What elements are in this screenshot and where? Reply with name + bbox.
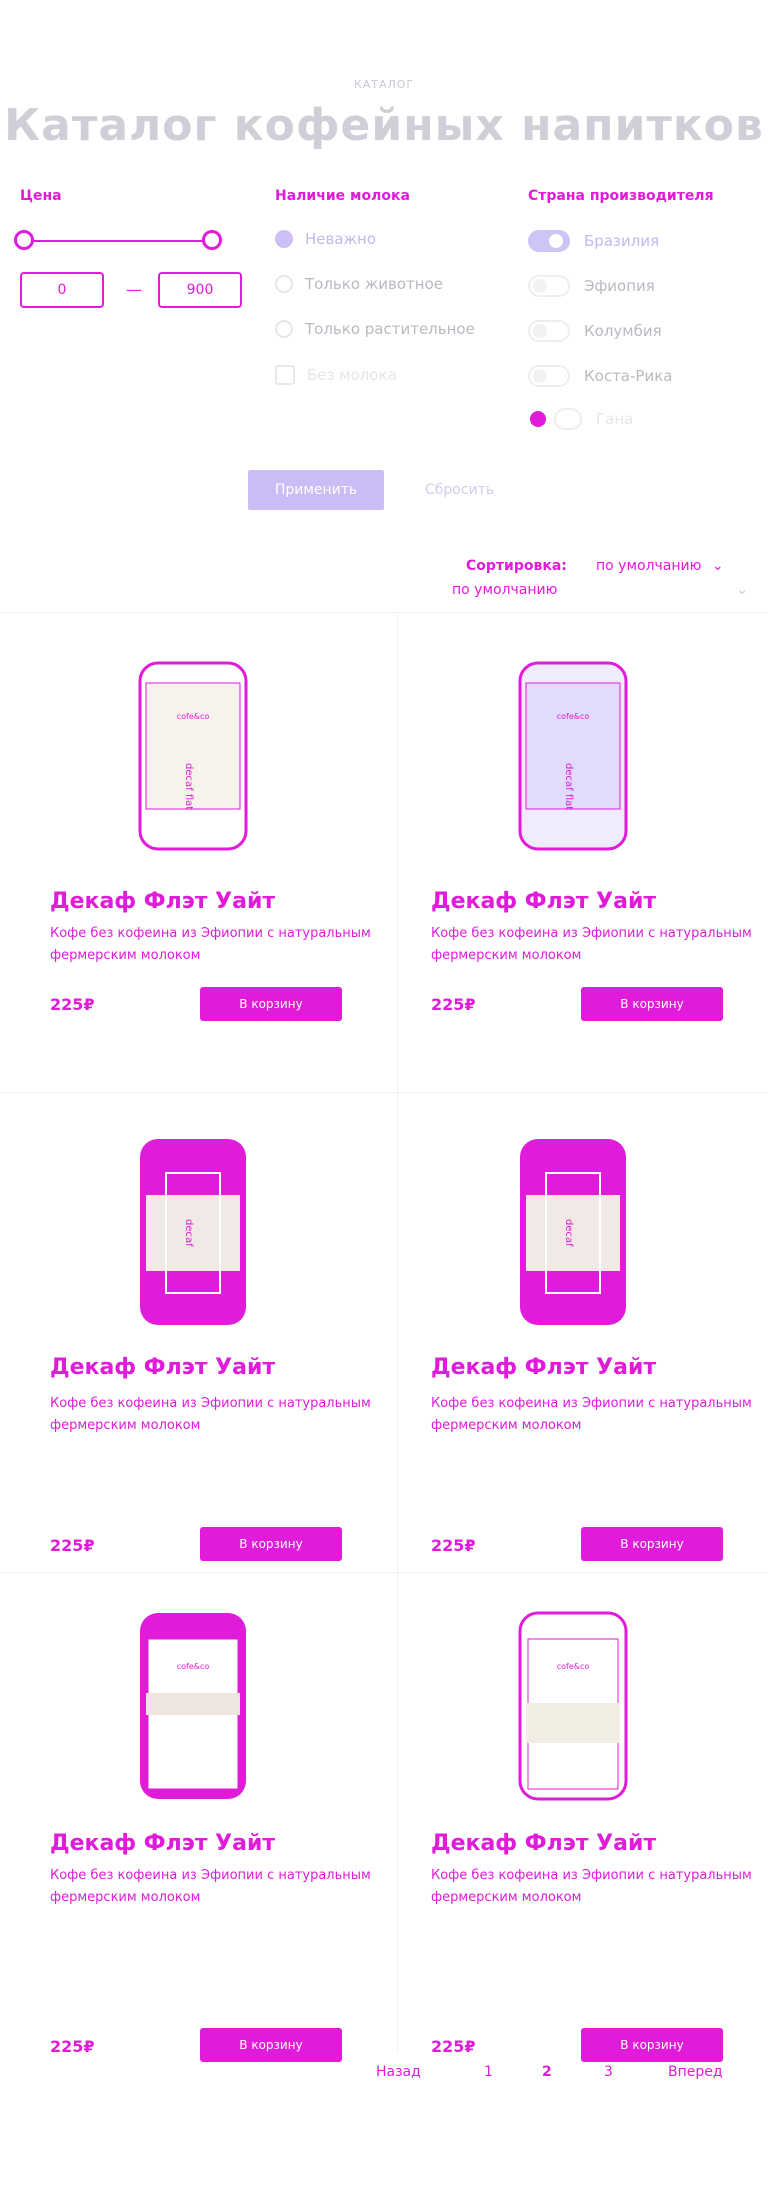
product-price: 225₽ — [50, 1536, 95, 1555]
sort-label: Сортировка: — [466, 558, 567, 574]
product-name: Декаф Флэт Уайт — [50, 889, 276, 914]
country-option-brazil[interactable]: Бразилия — [528, 230, 659, 252]
country-filter-title: Страна производителя — [528, 188, 714, 204]
svg-text:decaf: decaf — [183, 1219, 194, 1247]
milk-option-plant[interactable]: Только растительное — [275, 320, 475, 338]
product-card: decaf Декаф Флэт Уайт Кофе без кофеина и… — [385, 1092, 768, 1563]
product-description: Кофе без кофеина из Эфиопии с натуральны… — [431, 1868, 752, 1905]
svg-text:cofe&co: cofe&co — [177, 1662, 210, 1671]
country-option-label: Эфиопия — [584, 277, 655, 295]
product-card: cofe&co Декаф Флэт Уайт Кофе без кофеина… — [385, 1572, 768, 2062]
toggle-off-icon — [528, 365, 570, 387]
price-filter-title: Цена — [20, 188, 62, 204]
product-name: Декаф Флэт Уайт — [50, 1355, 276, 1380]
price-slider-max-handle[interactable] — [202, 230, 222, 250]
product-description: Кофе без кофеина из Эфиопии с натуральны… — [50, 926, 371, 963]
add-to-cart-button[interactable]: В корзину — [581, 1527, 723, 1561]
product-description: Кофе без кофеина из Эфиопии с натуральны… — [431, 1396, 752, 1433]
coffee-can-image: decaf — [140, 1139, 246, 1325]
milk-option-label: Только растительное — [305, 320, 475, 338]
product-card: cofe&co Декаф Флэт Уайт Кофе без кофеина… — [0, 1572, 383, 2062]
country-option-label: Гана — [596, 410, 634, 428]
coffee-can-image: cofe&co — [140, 1613, 246, 1799]
country-option-ghana[interactable]: Гана — [530, 408, 633, 430]
chevron-down-icon: ⌄ — [736, 582, 748, 598]
radio-icon — [275, 275, 293, 293]
product-card: cofe&co decaf flat Декаф Флэт Уайт Кофе … — [385, 612, 768, 1083]
price-max-input[interactable]: 900 — [158, 272, 242, 308]
sort-dropdown[interactable]: по умолчанию ⌄ — [596, 558, 724, 574]
pagination-next[interactable]: Вперед — [668, 2064, 723, 2080]
product-description: Кофе без кофеина из Эфиопии с натуральны… — [431, 926, 752, 963]
milk-option-label: Без молока — [307, 366, 397, 384]
product-price: 225₽ — [50, 995, 95, 1014]
coffee-can-image: decaf — [520, 1139, 626, 1325]
country-option-ethiopia[interactable]: Эфиопия — [528, 275, 655, 297]
add-to-cart-button[interactable]: В корзину — [200, 2028, 342, 2062]
coffee-can-image: cofe&co — [518, 1611, 628, 1801]
coffee-can-image: cofe&co decaf flat — [518, 661, 628, 851]
milk-option-none[interactable]: Без молока — [275, 365, 397, 385]
sort-value: по умолчанию — [596, 558, 702, 574]
pagination-prev[interactable]: Назад — [376, 2064, 421, 2080]
svg-text:cofe&co: cofe&co — [557, 712, 590, 721]
country-option-label: Коста-Рика — [584, 367, 673, 385]
add-to-cart-button[interactable]: В корзину — [581, 2028, 723, 2062]
product-name: Декаф Флэт Уайт — [431, 1355, 657, 1380]
apply-filters-button[interactable]: Применить — [248, 470, 384, 510]
option-dot-icon — [530, 411, 546, 427]
add-to-cart-button[interactable]: В корзину — [581, 987, 723, 1021]
country-option-colombia[interactable]: Колумбия — [528, 320, 662, 342]
svg-text:decaf flat: decaf flat — [183, 763, 194, 810]
chevron-down-icon: ⌄ — [711, 558, 724, 574]
sort-select-value: по умолчанию — [452, 582, 558, 598]
country-option-label: Колумбия — [584, 322, 662, 340]
product-name: Декаф Флэт Уайт — [431, 889, 657, 914]
price-slider-track[interactable] — [20, 240, 215, 242]
price-slider-min-handle[interactable] — [14, 230, 34, 250]
pagination-page-2[interactable]: 2 — [542, 2064, 552, 2080]
page-title: Каталог кофейных напитков — [4, 100, 764, 151]
milk-option-any[interactable]: Неважно — [275, 230, 376, 248]
product-name: Декаф Флэт Уайт — [50, 1831, 276, 1856]
radio-selected-icon — [275, 230, 293, 248]
pagination-page-1[interactable]: 1 — [484, 2064, 493, 2080]
product-description: Кофе без кофеина из Эфиопии с натуральны… — [50, 1396, 371, 1433]
svg-text:decaf: decaf — [563, 1219, 574, 1247]
sort-native-select[interactable]: по умолчанию ⌄ — [452, 582, 748, 598]
product-price: 225₽ — [431, 1536, 476, 1555]
product-price: 225₽ — [50, 2037, 95, 2056]
toggle-off-icon — [528, 320, 570, 342]
toggle-off-icon — [528, 275, 570, 297]
product-price: 225₽ — [431, 995, 476, 1014]
country-option-label: Бразилия — [584, 232, 660, 250]
milk-filter-title: Наличие молока — [275, 188, 410, 204]
add-to-cart-button[interactable]: В корзину — [200, 987, 342, 1021]
product-price: 225₽ — [431, 2037, 476, 2056]
product-card: decaf Декаф Флэт Уайт Кофе без кофеина и… — [0, 1092, 383, 1563]
milk-option-label: Только животное — [305, 275, 444, 293]
price-range-separator: — — [126, 280, 142, 299]
svg-text:decaf flat: decaf flat — [563, 763, 574, 810]
pagination-page-3[interactable]: 3 — [604, 2064, 613, 2080]
add-to-cart-button[interactable]: В корзину — [200, 1527, 342, 1561]
milk-option-label: Неважно — [305, 230, 377, 248]
reset-filters-button[interactable]: Сбросить — [425, 470, 494, 510]
svg-text:cofe&co: cofe&co — [557, 1662, 590, 1671]
page-eyebrow: КАТАЛОГ — [353, 78, 415, 91]
price-min-input[interactable]: 0 — [20, 272, 104, 308]
coffee-can-image: cofe&co decaf flat — [138, 661, 248, 851]
toggle-on-icon — [528, 230, 570, 252]
radio-icon — [275, 320, 293, 338]
product-name: Декаф Флэт Уайт — [431, 1831, 657, 1856]
product-description: Кофе без кофеина из Эфиопии с натуральны… — [50, 1868, 371, 1905]
country-option-costa-rica[interactable]: Коста-Рика — [528, 365, 672, 387]
toggle-off-icon — [554, 408, 582, 430]
checkbox-icon — [275, 365, 295, 385]
product-card: cofe&co decaf flat Декаф Флэт Уайт Кофе … — [0, 612, 383, 1083]
milk-option-animal[interactable]: Только животное — [275, 275, 443, 293]
svg-text:cofe&co: cofe&co — [177, 712, 210, 721]
